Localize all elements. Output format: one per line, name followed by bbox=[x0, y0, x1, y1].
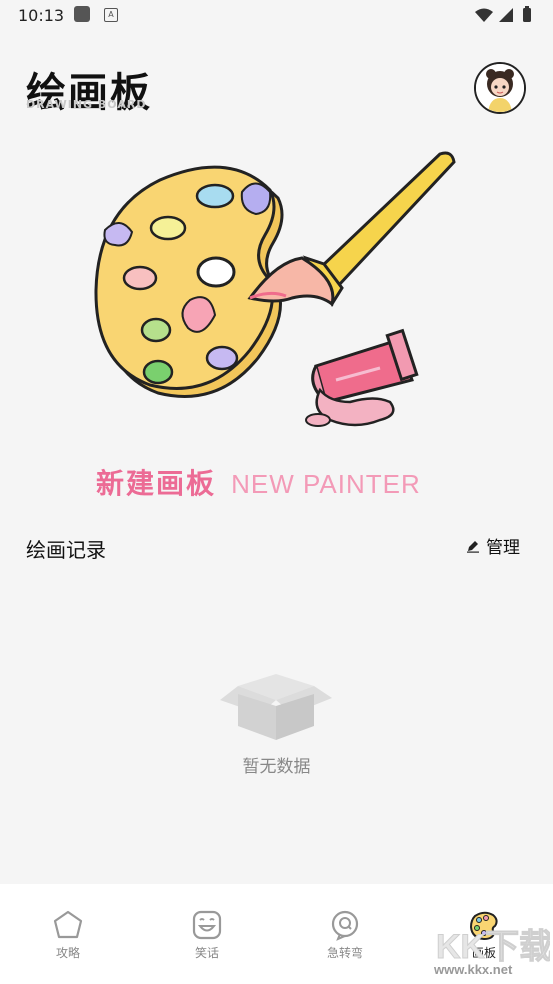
new-painter-button[interactable]: 新建画板 NEW PAINTER bbox=[96, 462, 421, 502]
tab-riddles[interactable]: 急转弯 bbox=[305, 908, 385, 961]
empty-state-text: 暂无数据 bbox=[242, 757, 311, 777]
tab-label: 笑话 bbox=[194, 946, 219, 960]
watermark-url: www.kkx.net bbox=[434, 962, 513, 977]
tab-guide[interactable]: 攻略 bbox=[28, 908, 108, 961]
signal-icon bbox=[499, 8, 513, 22]
palette-illustration[interactable] bbox=[80, 140, 460, 440]
status-bar: 10:13 A bbox=[0, 0, 553, 30]
user-avatar[interactable] bbox=[474, 62, 526, 114]
records-title: 绘画记录 bbox=[26, 538, 106, 562]
tab-jokes[interactable]: 笑话 bbox=[167, 908, 247, 961]
new-painter-label-zh: 新建画板 bbox=[96, 467, 217, 500]
empty-box-icon bbox=[220, 674, 332, 740]
edit-pencil-icon bbox=[467, 540, 479, 553]
tab-label: 攻略 bbox=[55, 946, 80, 960]
question-bubble-icon bbox=[331, 910, 359, 941]
manage-label: 管理 bbox=[486, 538, 520, 558]
battery-icon bbox=[523, 8, 531, 22]
app-notification-icon bbox=[74, 6, 90, 22]
status-icons bbox=[475, 6, 531, 22]
pentagon-icon bbox=[53, 910, 83, 939]
smile-face-icon bbox=[192, 910, 222, 940]
tab-label: 急转弯 bbox=[326, 946, 363, 960]
watermark-brand: KK下载 bbox=[436, 928, 550, 966]
brush-handle bbox=[317, 151, 456, 289]
paint-tube-icon bbox=[305, 328, 419, 427]
page-subtitle: DRAWING BOARD bbox=[26, 98, 147, 111]
status-time: 10:13 bbox=[18, 6, 65, 25]
wifi-icon bbox=[475, 8, 493, 22]
new-painter-label-en: NEW PAINTER bbox=[231, 469, 421, 499]
app-badge-icon: A bbox=[104, 8, 118, 22]
manage-button[interactable]: 管理 bbox=[466, 533, 520, 558]
avatar-girl-icon bbox=[476, 64, 524, 112]
